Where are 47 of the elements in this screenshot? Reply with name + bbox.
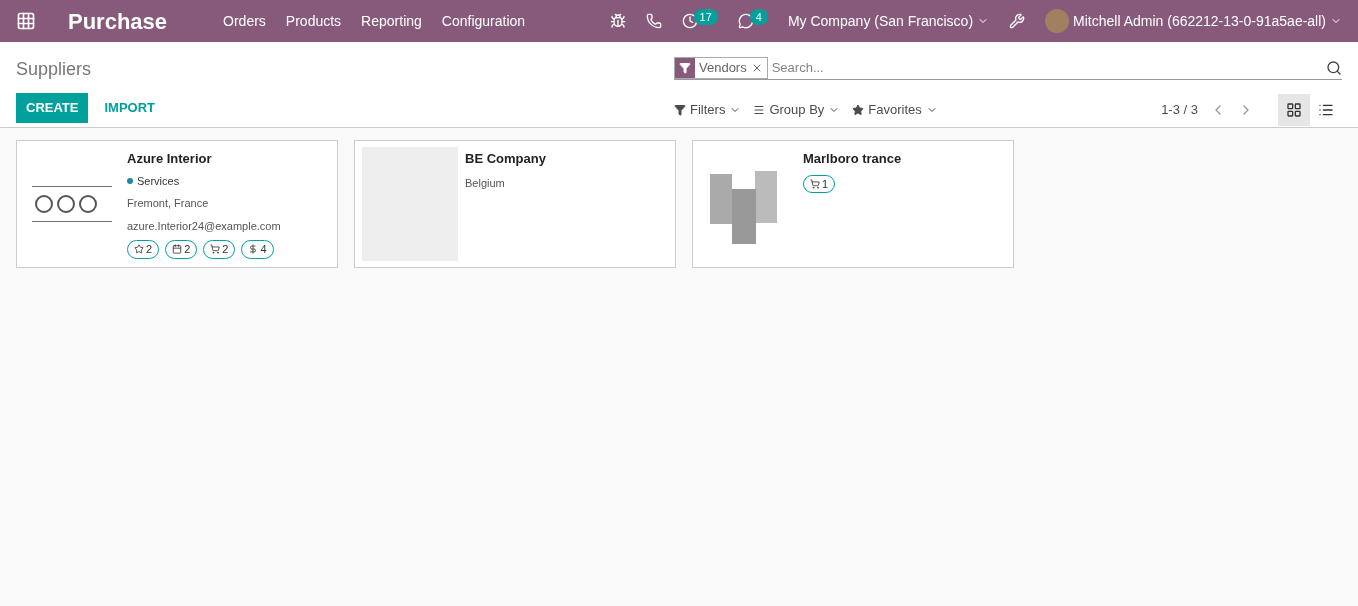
filter-icon — [674, 104, 686, 116]
menu-link[interactable]: Orders — [223, 10, 266, 32]
company-switcher[interactable]: My Company (San Francisco) — [787, 10, 990, 32]
tools-icon[interactable] — [1009, 13, 1026, 29]
vendor-card[interactable]: Azure Interior Services Fremont, France azure.Interior24@example.com 2 2 2 4 — [16, 140, 338, 268]
avatar — [1045, 9, 1070, 33]
group-icon — [753, 104, 766, 116]
menu-link[interactable]: Configuration — [441, 10, 526, 32]
cart-icon — [810, 178, 820, 189]
search-field[interactable]: Search... — [767, 57, 1326, 78]
menu-link[interactable]: Reporting — [361, 10, 422, 32]
vendor-name: Marlboro trance — [803, 150, 902, 168]
list-icon — [1318, 102, 1334, 118]
grid-icon — [1286, 102, 1302, 118]
cart-icon — [210, 244, 221, 255]
calendar-icon — [172, 244, 183, 255]
dollar-icon — [248, 244, 259, 255]
user-menu[interactable]: Mitchell Admin (662212-13-0-91a5ae-all) — [1073, 10, 1342, 32]
app-title: Purchase — [68, 7, 168, 36]
search-icon[interactable] — [1326, 59, 1342, 76]
activity-count-badge: 17 — [693, 8, 718, 26]
phone-icon[interactable] — [645, 13, 662, 29]
breadcrumb-title: Suppliers — [16, 58, 93, 81]
filter-facet[interactable]: Vendors — [674, 56, 768, 79]
pager-value: 1-3 / 3 — [1161, 101, 1198, 120]
vendor-card[interactable]: BE Company Belgium — [354, 140, 676, 268]
vendor-name: BE Company — [465, 150, 546, 168]
tag-label: Services — [137, 173, 180, 189]
vendor-detail: azure.Interior24@example.com — [127, 218, 281, 234]
menu-link[interactable]: Products — [285, 10, 342, 32]
chat-icon[interactable] — [737, 13, 754, 29]
favorite-icon — [852, 104, 865, 116]
vendor-detail: Belgium — [465, 175, 506, 191]
dropdown-toggle[interactable]: Favorites — [852, 100, 938, 120]
dropdown-toggle[interactable]: Group By — [753, 100, 841, 120]
vendor-card[interactable]: Marlboro trance 1 — [692, 140, 1014, 268]
bug-icon[interactable] — [609, 13, 626, 29]
clock-icon[interactable] — [681, 13, 698, 29]
vendor-name: Azure Interior — [127, 150, 213, 168]
dropdown-toggle[interactable]: Filters — [674, 100, 742, 120]
star-icon — [134, 244, 144, 255]
message-count-badge: 4 — [749, 8, 768, 26]
filter-icon — [679, 61, 691, 74]
kanban-view-button[interactable] — [1278, 94, 1310, 126]
vendor-detail: Fremont, France — [127, 196, 210, 211]
apps-menu-icon[interactable] — [16, 11, 36, 31]
facet-label: Vendors — [698, 58, 748, 77]
